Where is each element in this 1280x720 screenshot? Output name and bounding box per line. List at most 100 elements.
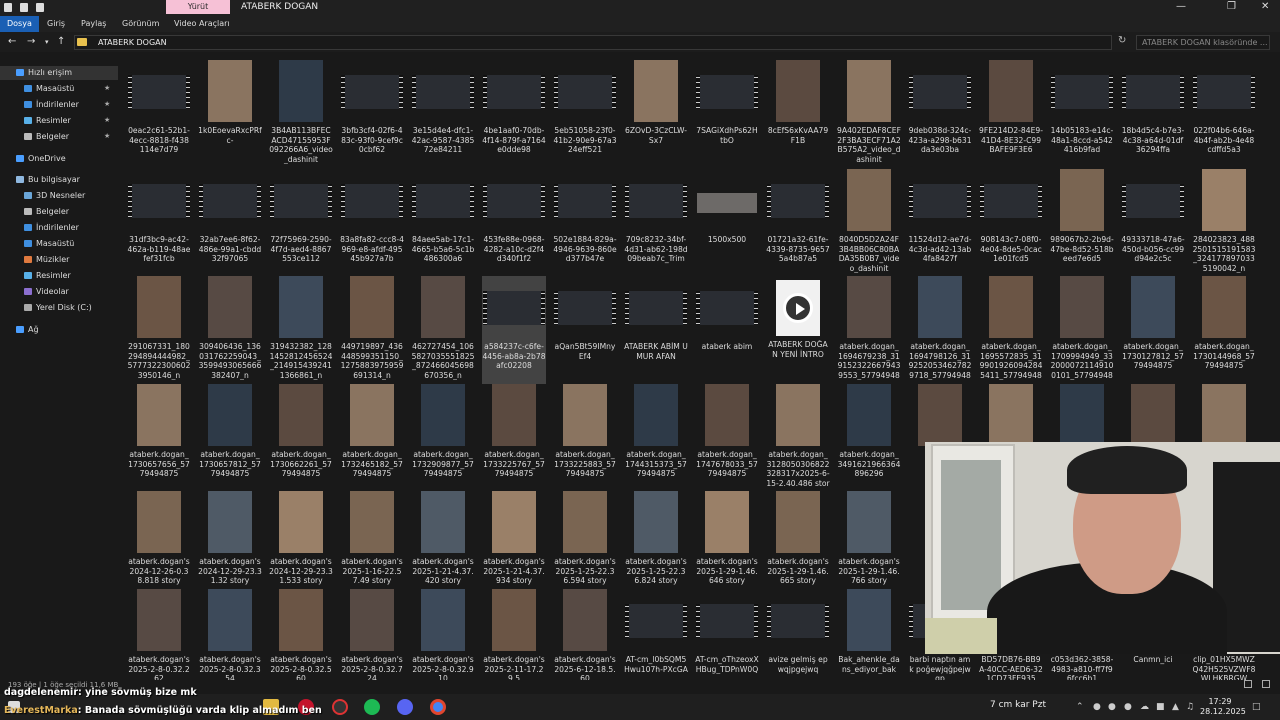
- discord-icon[interactable]: [397, 699, 413, 715]
- file-item[interactable]: ataberk.dogan_1730127812_5779494875: [1121, 276, 1185, 384]
- notifications-icon[interactable]: □: [1252, 702, 1261, 712]
- file-item[interactable]: 8040D5D2A24F3B4BB06C80BADA35B0B7_video_d…: [837, 169, 901, 277]
- file-item[interactable]: 449719897_43644859935115​0_1275883975959…: [340, 276, 404, 384]
- file-item[interactable]: 989067b2-2b9d-47be-8d52-518beed7e6d5: [1050, 169, 1114, 277]
- sidebar-item[interactable]: Resimler ★: [0, 114, 118, 128]
- file-item[interactable]: 022f04b6-646a-4b4f-ab2b-4e48cdffd5a3: [1192, 60, 1256, 168]
- file-item[interactable]: ataberk.dogan_1709994949_332000072114910…: [1050, 276, 1114, 384]
- pin-icon[interactable]: ★: [104, 82, 110, 95]
- file-item[interactable]: 32ab7ee6-8f62-486e-99a1-cbdd32f97065: [198, 169, 262, 277]
- file-item[interactable]: ataberk.dogan's2025-1-29-1.46.665 story: [766, 491, 830, 599]
- back-arrow-icon[interactable]: ←: [8, 36, 16, 47]
- file-item[interactable]: 1500x500: [695, 169, 759, 277]
- file-item[interactable]: 284023823_48825015151915​83_324177897033…: [1192, 169, 1256, 277]
- weather-widget[interactable]: 7 cm kar Pzt: [990, 700, 1046, 710]
- file-item[interactable]: 01721a32-61fe-4339-8735-96575a4b87a5: [766, 169, 830, 277]
- file-item[interactable]: ataberk abim: [695, 276, 759, 384]
- sidebar-item[interactable]: Belgeler: [0, 205, 118, 219]
- tab-share[interactable]: Paylaş: [81, 16, 106, 32]
- sidebar-item[interactable]: Hızlı erişim: [0, 66, 118, 80]
- large-icons-view-icon[interactable]: [1262, 680, 1270, 688]
- file-item[interactable]: 84aee5ab-17c1-4665-b5a6-5c1b486300a6: [411, 169, 475, 277]
- file-item[interactable]: ataberk.dogan_1744315373_5779494875: [624, 384, 688, 492]
- tab-home[interactable]: Giriş: [47, 16, 65, 32]
- pin-icon[interactable]: ★: [104, 114, 110, 127]
- sidebar-item[interactable]: Bu bilgisayar: [0, 173, 118, 187]
- file-item[interactable]: 462727454_1065827035551825_8724660456986…: [411, 276, 475, 384]
- app-tray-icon[interactable]: ■: [1156, 702, 1165, 712]
- file-item[interactable]: ATABERK DOĞAN YENİ İNTRO: [766, 276, 830, 384]
- minimize-icon[interactable]: —: [1176, 1, 1186, 12]
- file-item[interactable]: ATABERK ABİM UMUR AFAN: [624, 276, 688, 384]
- file-item[interactable]: 5eb51058-23f0-41b2-90e9-67a324eff521: [553, 60, 617, 168]
- steam-tray-icon[interactable]: ●: [1124, 702, 1132, 712]
- restore-icon[interactable]: ❐: [1227, 1, 1236, 12]
- obs-icon[interactable]: [332, 699, 348, 715]
- file-item[interactable]: 11524d12-ae7d-4c3d-ad42-13ab4fa8427f: [908, 169, 972, 277]
- file-item[interactable]: ataberk.dogan's2025-1-16-22.57.49 story: [340, 491, 404, 599]
- file-item[interactable]: ataberk.dogan's2024-12-29-23.31.533 stor…: [269, 491, 333, 599]
- file-item[interactable]: 319432382_128145281245652​4_214915439241…: [269, 276, 333, 384]
- file-item[interactable]: a584237c-c6fe-4456-ab8a-2b78afc02208: [482, 276, 546, 384]
- file-item[interactable]: 3B4AB113BFECACD47155953F092266A6_video_d…: [269, 60, 333, 168]
- tab-video-tools[interactable]: Video Araçları: [174, 16, 230, 32]
- file-item[interactable]: ataberk.dogan_1694798126_319252053462782…: [908, 276, 972, 384]
- wifi-icon[interactable]: ▲: [1172, 702, 1179, 712]
- sidebar-item[interactable]: İndirilenler: [0, 221, 118, 235]
- file-item[interactable]: ataberk.dogan_1732465182_5779494875: [340, 384, 404, 492]
- file-item[interactable]: 9A402EDAF8CEF2F3BA3ECF71A2B575A2_video_d…: [837, 60, 901, 168]
- file-item[interactable]: ataberk.dogan_3491621966364896296: [837, 384, 901, 492]
- cloud-tray-icon[interactable]: ☁: [1140, 702, 1149, 712]
- quick-access-folder-icon[interactable]: [36, 3, 44, 12]
- sidebar-item[interactable]: Müzikler: [0, 253, 118, 267]
- file-item[interactable]: ataberk.dogan's2025-1-21-4.37.934 story: [482, 491, 546, 599]
- recent-chevron-icon[interactable]: ▾: [45, 38, 49, 46]
- sidebar-item[interactable]: Yerel Disk (C:): [0, 301, 118, 315]
- sidebar-item[interactable]: Masaüstü ★: [0, 82, 118, 96]
- refresh-icon[interactable]: ↻: [1118, 35, 1126, 46]
- clock[interactable]: 17:29 28.12.2025: [1200, 697, 1246, 717]
- file-item[interactable]: ataberk.dogan_1747678033_5779494875: [695, 384, 759, 492]
- file-item[interactable]: 83a8fa82-ccc8-4969-e8-afdf-49545b927a7b: [340, 169, 404, 277]
- up-arrow-icon[interactable]: ↑: [57, 36, 65, 47]
- network-tray-icon[interactable]: ●: [1093, 702, 1101, 712]
- file-item[interactable]: ataberk.dogan_1694679238_319152322667943…: [837, 276, 901, 384]
- file-item[interactable]: 908143c7-08f0-4e04-8de5-0cac1e01fcd5: [979, 169, 1043, 277]
- sidebar-item[interactable]: Masaüstü: [0, 237, 118, 251]
- spotify-icon[interactable]: [364, 699, 380, 715]
- forward-arrow-icon[interactable]: →: [27, 36, 35, 47]
- file-item[interactable]: 3bfb3cf4-02f6-483c-93f0-9cef9c0cbf62: [340, 60, 404, 168]
- tab-file[interactable]: Dosya: [0, 16, 39, 32]
- context-tab-play[interactable]: Yürüt: [166, 0, 230, 14]
- file-item[interactable]: 18b4d5c4-b7e3-4c38-a64d-01df36294ffa: [1121, 60, 1185, 168]
- file-item[interactable]: 8cEfS6xKvAA79F1B: [766, 60, 830, 168]
- file-item[interactable]: ataberk.dogan's2025-1-29-1.46.766 story: [837, 491, 901, 599]
- file-item[interactable]: ataberk.dogan's2025-1-25-22.36.824 story: [624, 491, 688, 599]
- file-item[interactable]: ataberk.dogan_3128050306822328317x2025-6…: [766, 384, 830, 492]
- file-item[interactable]: ataberk.dogan's2024-12-29-23.31.32 story: [198, 491, 262, 599]
- file-item[interactable]: ataberk.dogan's2025-1-21-4.37.420 story: [411, 491, 475, 599]
- file-item[interactable]: 3e15d4e4-dfc1-42ac-9587-438572e84211: [411, 60, 475, 168]
- file-item[interactable]: 709c8232-34bf-4d31-ab62-198d09beab7c_Tri…: [624, 169, 688, 277]
- file-item[interactable]: ataberk.dogan_1733225767_5779494875: [482, 384, 546, 492]
- search-input[interactable]: ATABERK DOGAN klasöründe ...: [1136, 35, 1270, 50]
- file-item[interactable]: ataberk.dogan's2024-12-26-0.38.818 story: [127, 491, 191, 599]
- file-item[interactable]: 72f75969-2590-4f7d-aed4-8867553ce112: [269, 169, 333, 277]
- file-item[interactable]: ataberk.dogan_1730657812_5779494875: [198, 384, 262, 492]
- sidebar-item[interactable]: Ağ: [0, 323, 118, 337]
- file-item[interactable]: ataberk.dogan_1730662261_5779494875: [269, 384, 333, 492]
- sidebar-item[interactable]: OneDrive: [0, 152, 118, 166]
- file-item[interactable]: ataberk.dogan_1730657656_5779494875: [127, 384, 191, 492]
- sidebar-item[interactable]: 3D Nesneler: [0, 189, 118, 203]
- file-item[interactable]: ataberk.dogan_1733225883_5779494875: [553, 384, 617, 492]
- file-item[interactable]: 309406436_136031762259043_35994930656663…: [198, 276, 262, 384]
- details-view-icon[interactable]: [1244, 680, 1252, 688]
- file-item[interactable]: ataberk.dogan_1695572835_319901926094284…: [979, 276, 1043, 384]
- file-item[interactable]: 31df3bc9-ac42-462a-b119-48aefef31fcb: [127, 169, 191, 277]
- file-item[interactable]: 7SAGiXdhPs62HtbO: [695, 60, 759, 168]
- file-item[interactable]: 14b05183-e14c-48a1-8ccd-a542416b9fad: [1050, 60, 1114, 168]
- sidebar-item[interactable]: Videolar: [0, 285, 118, 299]
- sidebar-item[interactable]: Belgeler ★: [0, 130, 118, 144]
- file-item[interactable]: 0eac2c61-52b1-4ecc-8818-f438114e7d79: [127, 60, 191, 168]
- close-icon[interactable]: ✕: [1261, 1, 1269, 12]
